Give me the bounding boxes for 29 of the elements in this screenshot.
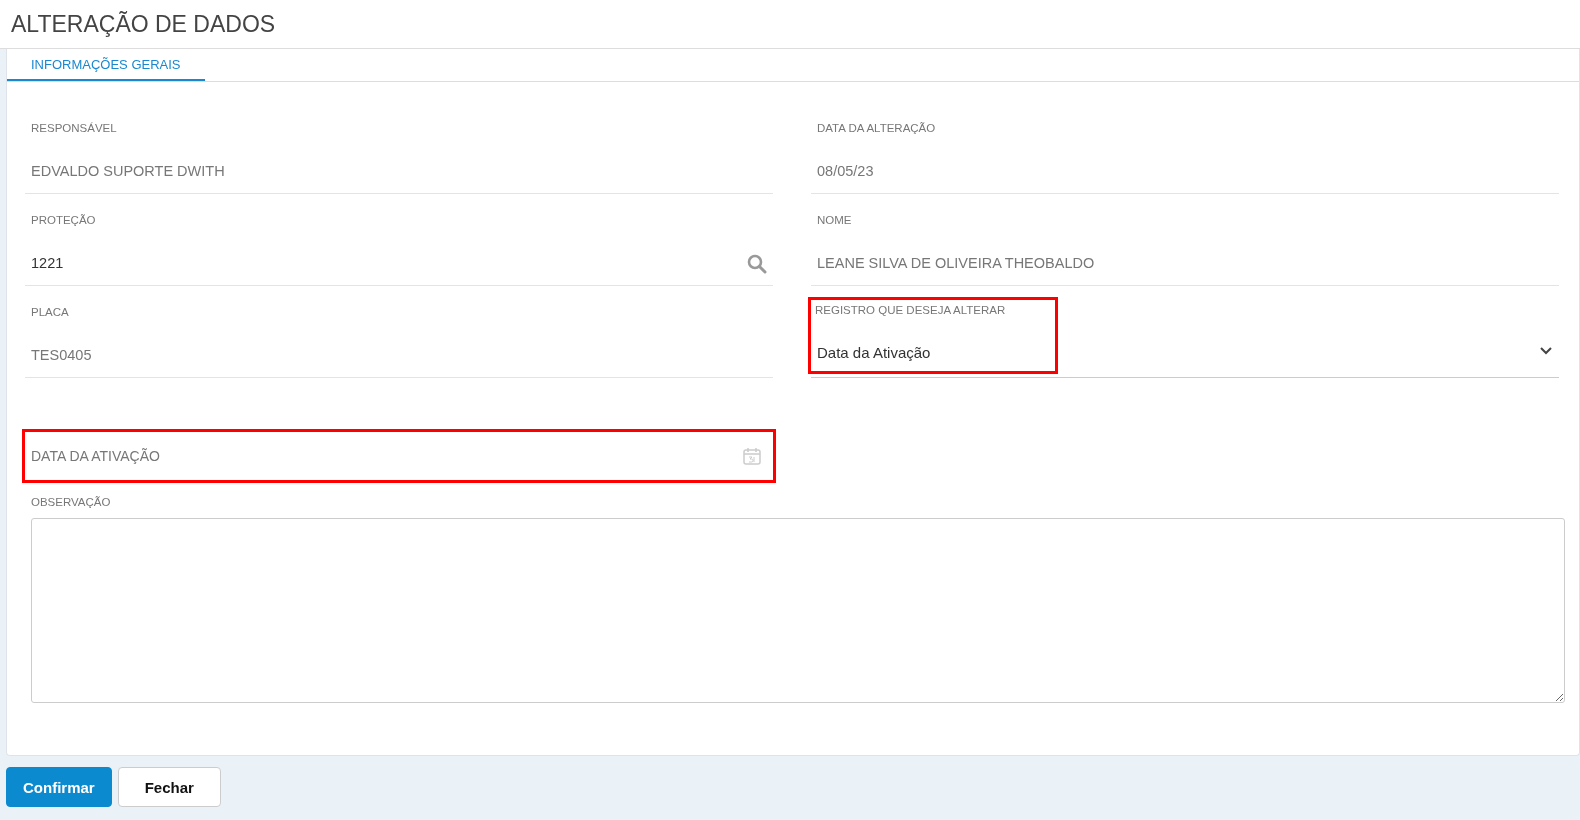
field-label: OBSERVAÇÃO	[31, 496, 112, 508]
field-placeholder: DATA DA ATIVAÇÃO	[31, 448, 160, 464]
chevron-down-icon[interactable]	[1539, 346, 1553, 356]
field-label: RESPONSÁVEL	[31, 122, 118, 134]
close-button[interactable]: Fechar	[117, 767, 221, 807]
text-field[interactable]: RESPONSÁVEL EDVALDO SUPORTE DWITH	[25, 112, 773, 194]
search-icon[interactable]	[747, 254, 767, 274]
date-field[interactable]: DATA DA ATIVAÇÃO	[25, 432, 773, 480]
field-value: TES0405	[31, 347, 92, 363]
field-label: PROTEÇÃO	[31, 214, 97, 226]
field-label: PLACA	[31, 306, 70, 318]
field-value: 1221	[31, 255, 64, 271]
field-value: EDVALDO SUPORTE DWITH	[31, 163, 225, 179]
field-label: DATA DA ALTERAÇÃO	[817, 122, 937, 134]
text-field[interactable]: NOME LEANE SILVA DE OLIVEIRA THEOBALDO	[811, 204, 1559, 286]
search-field[interactable]: PROTEÇÃO 1221	[25, 204, 773, 286]
selected-value: Data da Ativação	[817, 344, 932, 361]
text-field[interactable]: PLACA TES0405	[25, 296, 773, 378]
field-label: NOME	[817, 214, 853, 226]
confirm-button[interactable]: Confirmar	[6, 767, 112, 807]
field-value: LEANE SILVA DE OLIVEIRA THEOBALDO	[817, 255, 1095, 271]
tab[interactable]: INFORMAÇÕES GERAIS	[7, 49, 205, 81]
select-field[interactable]: REGISTRO QUE DESEJA ALTERAR Data da Ativação	[811, 296, 1559, 378]
window-title: ALTERAÇÃO DE DADOS	[11, 10, 276, 38]
observation-field[interactable]	[31, 518, 1565, 703]
field-label: REGISTRO QUE DESEJA ALTERAR	[815, 304, 1006, 316]
calendar-icon[interactable]	[743, 447, 761, 465]
text-field[interactable]: DATA DA ALTERAÇÃO 08/05/23	[811, 112, 1559, 194]
field-value: 08/05/23	[817, 163, 874, 179]
